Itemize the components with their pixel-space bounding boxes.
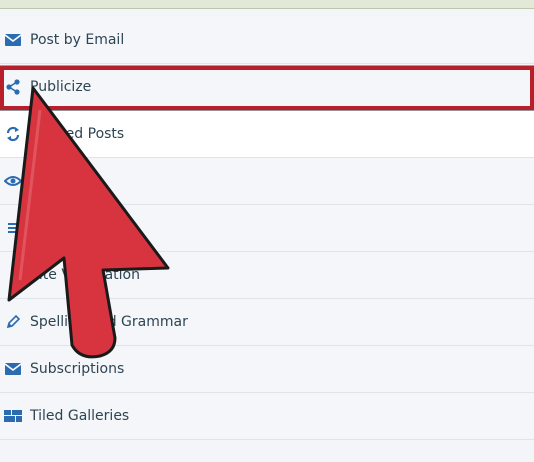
settings-item-label: Subscriptions	[30, 361, 125, 377]
settings-item-subscriptions[interactable]: Subscriptions	[0, 346, 534, 393]
check-icon	[4, 266, 22, 284]
settings-item-label: Site Verification	[30, 267, 140, 283]
settings-item-spelling-grammar[interactable]: Spelling and Grammar	[0, 299, 534, 346]
settings-list: Post by Email Publicize Related Posts Si…	[0, 17, 534, 440]
settings-item-5[interactable]	[0, 205, 534, 252]
eye-icon	[4, 172, 22, 190]
settings-item-post-by-email[interactable]: Post by Email	[0, 17, 534, 64]
envelope-icon	[4, 31, 22, 49]
settings-item-tiled-galleries[interactable]: Tiled Galleries	[0, 393, 534, 440]
settings-item-site-verification[interactable]: Site Verification	[0, 252, 534, 299]
envelope-icon	[4, 360, 22, 378]
grid-icon	[4, 407, 22, 425]
settings-item-label: Tiled Galleries	[30, 408, 130, 424]
top-bar	[0, 0, 534, 9]
settings-item-publicize[interactable]: Publicize	[0, 64, 534, 111]
settings-item-label: Related Posts	[30, 126, 125, 142]
pencil-icon	[4, 313, 22, 331]
settings-item-related-posts[interactable]: Related Posts	[0, 111, 534, 158]
share-icon	[4, 78, 22, 96]
settings-item-eye[interactable]	[0, 158, 534, 205]
settings-item-label: Publicize	[30, 79, 92, 95]
settings-item-label: Post by Email	[30, 32, 125, 48]
settings-item-label: Spelling and Grammar	[30, 314, 188, 330]
list-icon	[4, 219, 22, 237]
refresh-icon	[4, 125, 22, 143]
